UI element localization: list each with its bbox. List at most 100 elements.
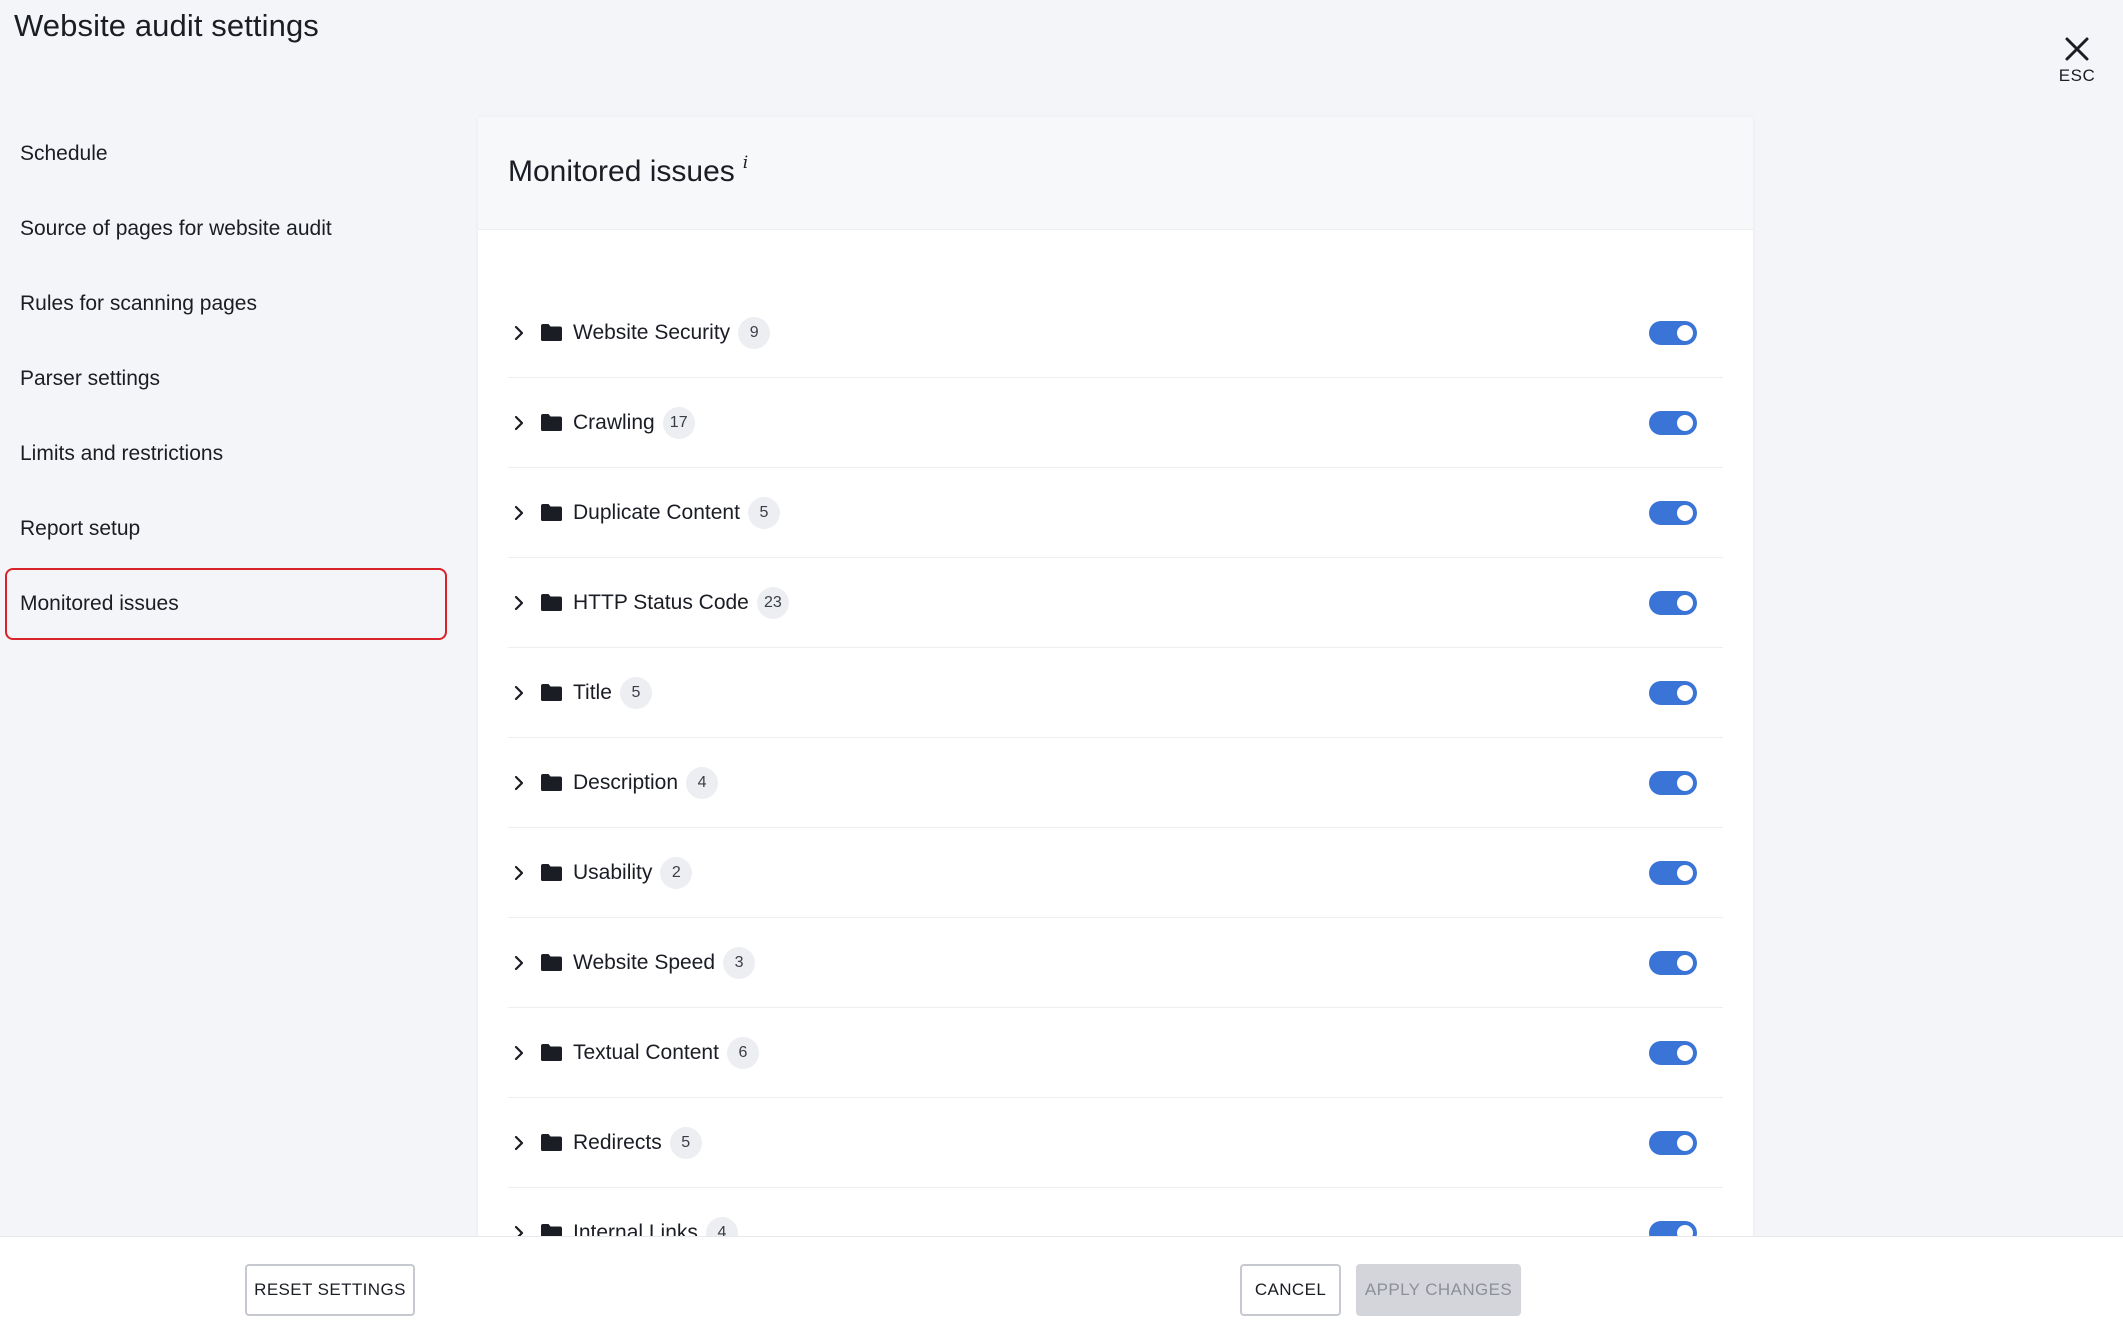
folder-icon <box>541 774 562 791</box>
toggle-knob <box>1677 504 1693 521</box>
folder-icon <box>541 594 562 611</box>
close-button[interactable]: ESC <box>2047 36 2107 86</box>
issue-count-badge: 23 <box>756 586 789 619</box>
issue-count-badge: 5 <box>669 1126 702 1159</box>
sidebar-item-label: Parser settings <box>20 367 161 390</box>
sidebar-item-scanning-rules[interactable]: Rules for scanning pages <box>5 268 447 340</box>
issue-row-content: Website Security 9 <box>508 316 1723 350</box>
issue-row-content: Description 4 <box>508 766 1723 800</box>
issue-count-badge: 6 <box>726 1036 759 1069</box>
sidebar-item-label: Report setup <box>20 517 141 540</box>
issue-count-badge: 5 <box>619 676 652 709</box>
close-icon[interactable] <box>2064 36 2090 62</box>
issue-count-badge: 3 <box>723 946 756 979</box>
sidebar-item-label: Limits and restrictions <box>20 442 224 465</box>
issue-row-title: Title 5 <box>508 648 1723 738</box>
issue-row-crawling: Crawling 17 <box>508 378 1723 468</box>
issue-toggle[interactable] <box>1649 1040 1697 1065</box>
cancel-button[interactable]: CANCEL <box>1240 1264 1341 1316</box>
chevron-right-icon[interactable] <box>508 772 530 794</box>
toggle-knob <box>1677 1044 1693 1061</box>
chevron-right-icon[interactable] <box>508 1132 530 1154</box>
issue-category-name: Duplicate Content <box>573 500 740 524</box>
issue-category-name: Redirects <box>573 1130 662 1154</box>
issue-row-website-speed: Website Speed 3 <box>508 918 1723 1008</box>
issue-toggle[interactable] <box>1649 680 1697 705</box>
sidebar-item-parser-settings[interactable]: Parser settings <box>5 343 447 415</box>
chevron-right-icon[interactable] <box>508 412 530 434</box>
issue-row-textual-content: Textual Content 6 <box>508 1008 1723 1098</box>
issue-row-content: Redirects 5 <box>508 1126 1723 1160</box>
toggle-knob <box>1677 324 1693 341</box>
panel-header: Monitored issues i <box>478 117 1753 230</box>
footer-bar: RESET SETTINGS CANCEL APPLY CHANGES <box>0 1236 2123 1339</box>
issue-category-name: Title <box>573 680 612 704</box>
issues-list: Website Security 9 Crawling 17 Duplicate… <box>508 288 1723 1237</box>
issue-toggle[interactable] <box>1649 500 1697 525</box>
issue-row-content: Title 5 <box>508 676 1723 710</box>
issue-category-name: Usability <box>573 860 653 884</box>
sidebar-item-label: Monitored issues <box>20 592 179 615</box>
issue-row-http-status-code: HTTP Status Code 23 <box>508 558 1723 648</box>
chevron-right-icon[interactable] <box>508 1042 530 1064</box>
issue-row-duplicate-content: Duplicate Content 5 <box>508 468 1723 558</box>
issue-count-badge: 2 <box>660 856 693 889</box>
issue-row-content: Internal Links 4 <box>508 1216 1723 1238</box>
reset-settings-button[interactable]: RESET SETTINGS <box>245 1264 415 1316</box>
toggle-knob <box>1677 684 1693 701</box>
chevron-right-icon[interactable] <box>508 682 530 704</box>
issue-count-badge: 9 <box>738 316 771 349</box>
sidebar-item-source-of-pages[interactable]: Source of pages for website audit <box>5 193 447 265</box>
sidebar-item-report-setup[interactable]: Report setup <box>5 493 447 565</box>
issue-row-website-security: Website Security 9 <box>508 288 1723 378</box>
issue-category-name: Website Speed <box>573 950 716 974</box>
issue-row-content: HTTP Status Code 23 <box>508 586 1723 620</box>
folder-icon <box>541 324 562 341</box>
toggle-knob <box>1677 594 1693 611</box>
toggle-knob <box>1677 1134 1693 1151</box>
issue-toggle[interactable] <box>1649 860 1697 885</box>
folder-icon <box>541 954 562 971</box>
monitored-issues-panel: Monitored issues i Website Security 9 Cr… <box>478 117 1753 1237</box>
chevron-right-icon[interactable] <box>508 592 530 614</box>
toggle-knob <box>1677 414 1693 431</box>
folder-icon <box>541 504 562 521</box>
issue-toggle[interactable] <box>1649 950 1697 975</box>
folder-icon <box>541 684 562 701</box>
chevron-right-icon[interactable] <box>508 952 530 974</box>
folder-icon <box>541 414 562 431</box>
issue-toggle[interactable] <box>1649 320 1697 345</box>
issue-row-redirects: Redirects 5 <box>508 1098 1723 1188</box>
sidebar-item-monitored-issues[interactable]: Monitored issues <box>5 568 447 640</box>
toggle-knob <box>1677 774 1693 791</box>
settings-sidebar: Schedule Source of pages for website aud… <box>5 118 447 643</box>
sidebar-item-limits[interactable]: Limits and restrictions <box>5 418 447 490</box>
info-icon[interactable]: i <box>743 153 748 173</box>
issue-toggle[interactable] <box>1649 590 1697 615</box>
issue-toggle[interactable] <box>1649 770 1697 795</box>
chevron-right-icon[interactable] <box>508 502 530 524</box>
chevron-right-icon[interactable] <box>508 862 530 884</box>
issue-category-name: Crawling <box>573 410 655 434</box>
apply-changes-button[interactable]: APPLY CHANGES <box>1356 1264 1521 1316</box>
issue-toggle[interactable] <box>1649 1220 1697 1237</box>
issue-row-content: Website Speed 3 <box>508 946 1723 980</box>
issue-count-badge: 4 <box>686 766 719 799</box>
folder-icon <box>541 864 562 881</box>
page-title: Website audit settings <box>14 8 319 43</box>
issue-category-name: Website Security <box>573 320 731 344</box>
issue-category-name: HTTP Status Code <box>573 590 749 614</box>
sidebar-item-schedule[interactable]: Schedule <box>5 118 447 190</box>
close-esc-label: ESC <box>2058 66 2096 85</box>
panel-title: Monitored issues <box>508 155 735 188</box>
sidebar-item-label: Rules for scanning pages <box>20 292 257 315</box>
issue-row-description: Description 4 <box>508 738 1723 828</box>
issue-toggle[interactable] <box>1649 410 1697 435</box>
issue-toggle[interactable] <box>1649 1130 1697 1155</box>
folder-icon <box>541 1134 562 1151</box>
chevron-right-icon[interactable] <box>508 1222 530 1238</box>
issue-category-name: Description <box>573 770 679 794</box>
sidebar-item-label: Schedule <box>20 142 108 165</box>
chevron-right-icon[interactable] <box>508 322 530 344</box>
issue-count-badge: 4 <box>705 1216 738 1237</box>
